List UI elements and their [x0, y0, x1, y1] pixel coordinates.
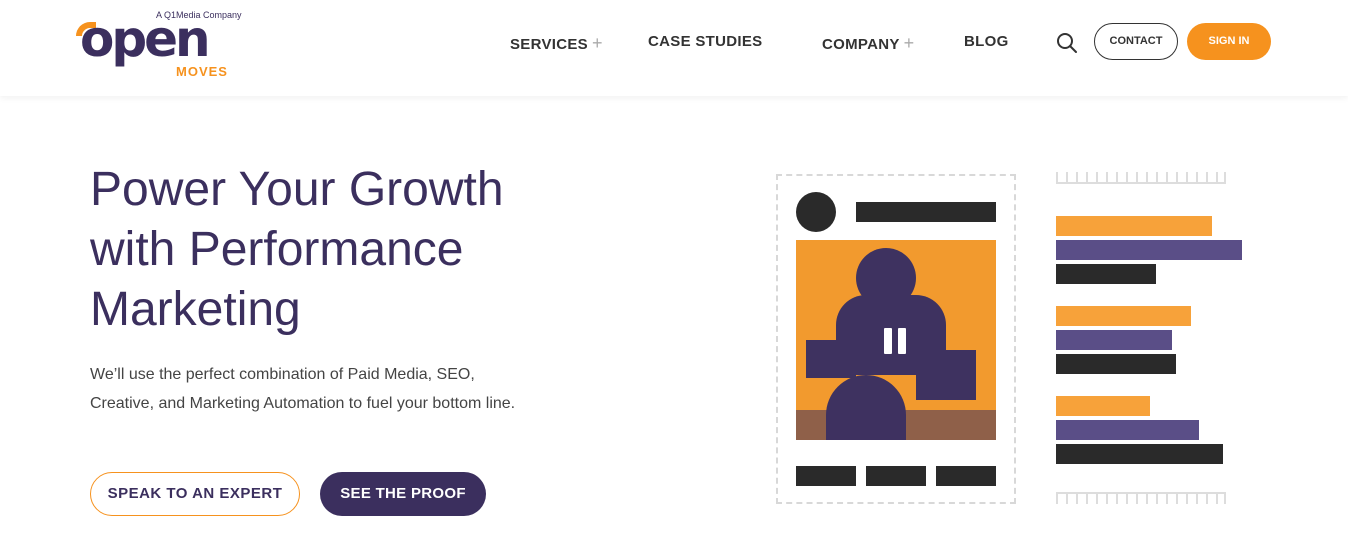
- nav-label: BLOG: [964, 33, 1009, 50]
- see-the-proof-button[interactable]: SEE THE PROOF: [320, 472, 486, 516]
- placeholder-bar: [796, 466, 856, 486]
- analytics-bar: [1056, 420, 1199, 440]
- placeholder-bar: [856, 202, 996, 222]
- analytics-bar: [1056, 354, 1176, 374]
- nav-item-blog[interactable]: BLOG: [964, 33, 1009, 53]
- hero-subtitle-line: We’ll use the perfect combination of Pai…: [90, 366, 475, 383]
- analytics-bar: [1056, 396, 1150, 416]
- photo-desk: [796, 410, 996, 440]
- openmoves-logo[interactable]: A Q1Media Company open MOVES: [76, 8, 251, 80]
- placeholder-bar: [936, 466, 996, 486]
- nav-label: SERVICES: [510, 36, 588, 53]
- contact-button[interactable]: CONTACT: [1094, 23, 1178, 60]
- analytics-bar: [1056, 444, 1223, 464]
- photo-laptop: [916, 350, 976, 400]
- speak-to-expert-button[interactable]: SPEAK TO AN EXPERT: [90, 472, 300, 516]
- plus-icon: +: [592, 33, 603, 53]
- analytics-bar: [1056, 216, 1212, 236]
- video-thumbnail[interactable]: [796, 240, 996, 440]
- ruler-bottom: [1056, 492, 1226, 504]
- hero-illustration: [770, 170, 1242, 510]
- site-header: A Q1Media Company open MOVES SERVICES + C…: [0, 0, 1348, 96]
- hero-subtitle: We’ll use the perfect combination of Pai…: [90, 360, 550, 418]
- nav-label: CASE STUDIES: [648, 33, 763, 50]
- analytics-bar: [1056, 330, 1172, 350]
- hero-title-line: Power Your Growth: [90, 163, 504, 216]
- logo-submark: MOVES: [176, 64, 228, 79]
- avatar: [796, 192, 836, 232]
- hero-title-line: Marketing: [90, 283, 301, 336]
- photo-laptop: [806, 340, 856, 378]
- analytics-bar: [1056, 306, 1191, 326]
- hero-title-line: with Performance: [90, 223, 464, 276]
- nav-label: COMPANY: [822, 36, 900, 53]
- plus-icon: +: [903, 33, 915, 53]
- ruler-top: [1056, 172, 1226, 184]
- pause-icon[interactable]: [884, 328, 908, 354]
- sign-in-button[interactable]: SIGN IN: [1187, 23, 1271, 60]
- hero-title: Power Your Growth with Performance Marke…: [90, 160, 610, 340]
- analytics-bar: [1056, 240, 1242, 260]
- placeholder-bar: [866, 466, 926, 486]
- logo-wordmark: open: [80, 10, 211, 68]
- analytics-bar: [1056, 264, 1156, 284]
- nav-item-company[interactable]: COMPANY +: [822, 33, 914, 53]
- nav-item-case-studies[interactable]: CASE STUDIES: [648, 33, 762, 53]
- hero-subtitle-line: Creative, and Marketing Automation to fu…: [90, 395, 516, 412]
- nav-item-services[interactable]: SERVICES +: [510, 33, 603, 53]
- search-icon[interactable]: [1056, 32, 1078, 54]
- social-post-card: [776, 174, 1016, 504]
